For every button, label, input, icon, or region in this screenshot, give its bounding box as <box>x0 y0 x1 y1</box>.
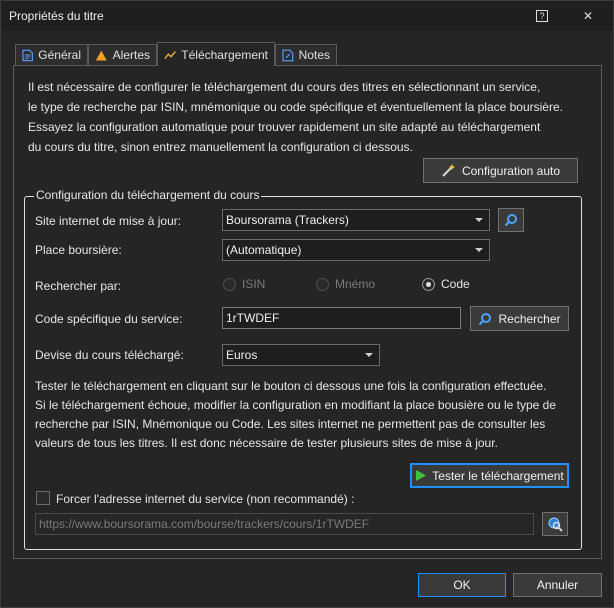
help-icon: ? <box>536 10 548 22</box>
auto-config-button[interactable]: Configuration auto <box>423 158 578 183</box>
cancel-label: Annuler <box>536 578 579 592</box>
note-icon <box>282 49 294 61</box>
radio-code[interactable]: Code <box>422 277 470 291</box>
close-icon: ✕ <box>582 9 594 23</box>
group-title: Configuration du téléchargement du cours <box>34 188 262 202</box>
site-search-button[interactable] <box>498 208 524 232</box>
cancel-button[interactable]: Annuler <box>513 573 602 597</box>
code-label: Code spécifique du service: <box>35 312 183 326</box>
tab-general-label: Général <box>38 48 81 62</box>
chevron-down-icon <box>475 218 483 222</box>
auto-config-label: Configuration auto <box>461 163 561 178</box>
tab-alertes[interactable]: Alertes <box>88 44 157 65</box>
test-download-label: Tester le téléchargement <box>432 468 564 483</box>
chevron-down-icon <box>365 353 373 357</box>
chart-line-icon <box>164 50 176 59</box>
tab-telechargement[interactable]: Téléchargement <box>157 42 275 66</box>
currency-select-value: Euros <box>226 348 258 362</box>
open-url-button[interactable] <box>542 512 568 536</box>
ok-label: OK <box>453 578 471 592</box>
site-select[interactable]: Boursorama (Trackers) <box>222 209 490 231</box>
service-url-field: https://www.boursorama.com/bourse/tracke… <box>35 513 534 535</box>
radio-isin[interactable]: ISIN <box>223 277 265 291</box>
site-select-value: Boursorama (Trackers) <box>226 213 349 227</box>
magic-wand-icon <box>442 164 455 177</box>
radio-mnemo[interactable]: Mnémo <box>316 277 375 291</box>
force-url-label: Forcer l'adresse internet du service (no… <box>56 492 355 506</box>
code-input-value: 1rTWDEF <box>226 311 280 325</box>
tab-notes[interactable]: Notes <box>275 44 337 65</box>
intro-line: Il est nécessaire de configurer le téléc… <box>28 80 541 94</box>
code-input[interactable]: 1rTWDEF <box>222 307 461 329</box>
document-icon <box>22 49 33 61</box>
place-select-value: (Automatique) <box>226 243 302 257</box>
radio-circle <box>422 277 435 291</box>
title-bar: Propriétés du titre ? ✕ <box>1 1 613 31</box>
place-select[interactable]: (Automatique) <box>222 239 490 261</box>
tab-notes-label: Notes <box>298 48 330 62</box>
site-label: Site internet de mise à jour: <box>35 214 182 228</box>
intro-text: Il est nécessaire de configurer le téléc… <box>28 77 588 157</box>
tab-general[interactable]: Général <box>15 44 88 65</box>
tab-telechargement-label: Téléchargement <box>181 47 268 62</box>
window-title: Propriétés du titre <box>9 9 104 23</box>
radio-code-label: Code <box>441 277 470 291</box>
rechercher-button[interactable]: Rechercher <box>470 306 569 331</box>
currency-label: Devise du cours téléchargé: <box>35 348 184 362</box>
dialog-window: Propriétés du titre ? ✕ Général Alertes … <box>0 0 614 608</box>
test-line: recherche par ISIN, Mnémonique ou Code. … <box>35 417 546 431</box>
intro-line: le type de recherche par ISIN, mnémoniqu… <box>28 100 563 114</box>
search-by-label: Rechercher par: <box>35 279 122 293</box>
place-label: Place boursière: <box>35 243 122 257</box>
tab-alertes-label: Alertes <box>112 48 150 62</box>
radio-circle <box>223 277 236 291</box>
play-icon <box>416 470 427 481</box>
currency-select[interactable]: Euros <box>222 344 380 366</box>
search-icon <box>504 214 517 227</box>
test-download-button[interactable]: Tester le téléchargement <box>410 463 569 488</box>
intro-line: du cours du titre, sinon entrez manuelle… <box>28 140 413 154</box>
test-line: Tester le téléchargement en cliquant sur… <box>35 379 547 393</box>
chevron-down-icon <box>475 248 483 252</box>
test-line: Si le téléchargement échoue, modifier la… <box>35 398 556 412</box>
search-icon <box>479 312 492 325</box>
radio-circle <box>316 277 329 291</box>
force-url-checkbox[interactable] <box>36 491 50 505</box>
ok-button[interactable]: OK <box>418 573 506 597</box>
help-button[interactable]: ? <box>530 5 554 27</box>
close-button[interactable]: ✕ <box>576 5 600 27</box>
radio-mnemo-label: Mnémo <box>335 277 376 291</box>
warning-icon <box>95 50 107 60</box>
service-url-placeholder: https://www.boursorama.com/bourse/tracke… <box>39 517 370 531</box>
intro-line: Essayez la configuration automatique pou… <box>28 120 541 134</box>
globe-search-icon <box>548 517 563 532</box>
test-instructions: Tester le téléchargement en cliquant sur… <box>35 377 575 453</box>
radio-isin-label: ISIN <box>242 277 266 291</box>
test-line: valeurs de tous les titres. Il est donc … <box>35 436 498 450</box>
rechercher-label: Rechercher <box>498 311 561 326</box>
